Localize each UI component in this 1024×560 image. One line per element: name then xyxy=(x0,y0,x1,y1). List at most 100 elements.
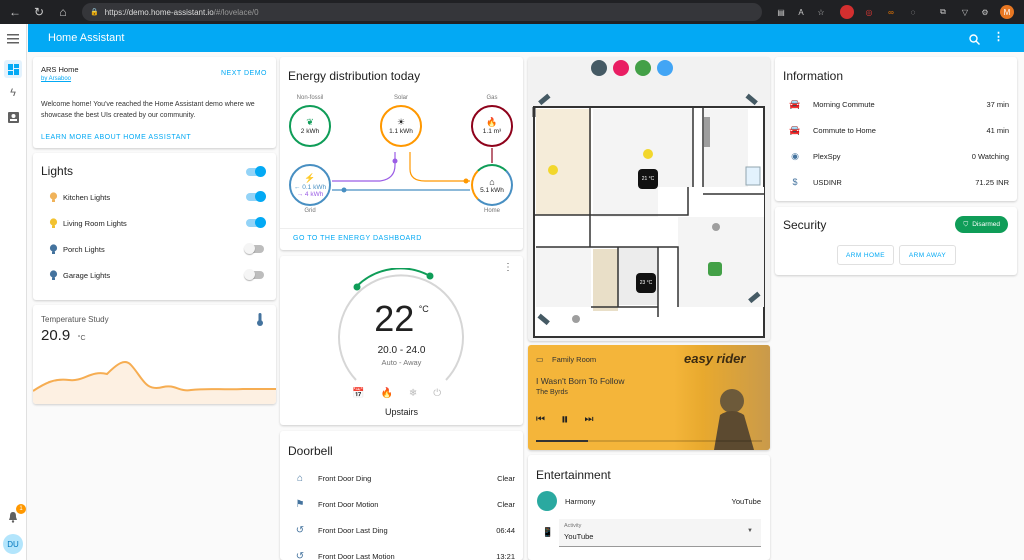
floorplan-map[interactable] xyxy=(528,57,770,341)
collections-icon[interactable]: ⧉ xyxy=(936,5,950,19)
home-node[interactable]: ⌂ 5.1 kWh xyxy=(471,164,513,206)
arm-home-button[interactable]: ARM HOME xyxy=(837,245,894,265)
pause-icon[interactable]: ⏸ xyxy=(561,411,569,428)
favorites-bar-icon[interactable]: ▽ xyxy=(958,5,972,19)
home-icon[interactable]: ⌂ xyxy=(54,3,72,21)
entertainment-title: Entertainment xyxy=(536,468,611,482)
search-icon[interactable] xyxy=(969,32,980,50)
lights-card: Lights Kitchen Lights Living Room Lights… xyxy=(33,153,276,300)
address-bar[interactable]: 🔒 https://demo.home-assistant.io/#/lovel… xyxy=(82,3,762,21)
info-value: 0 Watching xyxy=(971,151,1009,161)
next-track-icon[interactable]: ⏭ xyxy=(585,414,594,425)
sensor-name: Temperature Study xyxy=(41,315,109,324)
extension-icon[interactable]: ◌ xyxy=(906,5,920,19)
doorbell-row[interactable]: ⚑ Front Door Motion Clear xyxy=(288,493,515,515)
extensions-icon[interactable]: ⚙ xyxy=(978,5,992,19)
doorbell-label: Front Door Last Ding xyxy=(318,525,388,535)
doorbell-card: Doorbell ⌂ Front Door Ding Clear ⚑ Front … xyxy=(280,431,523,560)
doorbell-row[interactable]: ↺ Front Door Last Ding 06:44 xyxy=(288,519,515,541)
info-value: 71.25 INR xyxy=(975,177,1009,187)
doorbell-row[interactable]: ⌂ Front Door Ding Clear xyxy=(288,467,515,489)
solar-node[interactable]: ☀ 1.1 kWh xyxy=(380,105,422,147)
snowflake-icon[interactable]: ❄ xyxy=(409,388,417,399)
media-title: I Wasn't Born To Follow xyxy=(536,376,625,386)
nonfossil-node[interactable]: ❦ 2 kWh xyxy=(289,105,331,147)
information-title: Information xyxy=(783,69,844,83)
lightbulb-icon xyxy=(47,217,59,229)
grid-node[interactable]: ⚡ ← 0.1 kWh → 4 kWh xyxy=(289,164,331,206)
light-toggle[interactable] xyxy=(244,269,264,280)
doorbell-row[interactable]: ↺ Front Door Last Motion 13:21 xyxy=(288,545,515,560)
security-title: Security xyxy=(783,218,827,232)
light-row[interactable]: Living Room Lights xyxy=(41,212,268,234)
info-row[interactable]: 🚘 Commute to Home 41 min xyxy=(783,119,1009,141)
learn-more-link[interactable]: LEARN MORE ABOUT HOME ASSISTANT xyxy=(41,134,191,141)
read-aloud-icon[interactable]: A xyxy=(794,5,808,19)
power-icon[interactable]: ⏻ xyxy=(433,388,441,399)
info-row[interactable]: 🚘 Morning Commute 37 min xyxy=(783,93,1009,115)
info-label: Commute to Home xyxy=(813,125,876,135)
info-value: 41 min xyxy=(986,125,1009,135)
notification-badge: 1 xyxy=(16,504,26,514)
lights-master-toggle[interactable] xyxy=(246,166,266,177)
browser-toolbar: ← ↻ ⌂ 🔒 https://demo.home-assistant.io/#… xyxy=(0,0,1024,24)
reload-icon[interactable]: ↻ xyxy=(30,3,48,21)
notifications-icon[interactable]: 1 xyxy=(4,504,26,526)
back-icon[interactable]: ← xyxy=(6,3,24,21)
chevron-down-icon: ▼ xyxy=(747,528,753,534)
extension-icon[interactable]: ∞ xyxy=(884,5,898,19)
heat-icon[interactable]: 🔥 xyxy=(380,388,392,399)
overview-icon[interactable] xyxy=(4,60,22,78)
arm-away-button[interactable]: ARM AWAY xyxy=(899,245,956,265)
doorbell-value: Clear xyxy=(497,473,515,483)
security-card: Security ⛉ Disarmed ARM HOME ARM AWAY xyxy=(775,207,1017,275)
info-row[interactable]: $ USDINR 71.25 INR xyxy=(783,171,1009,193)
logbook-icon[interactable] xyxy=(4,108,22,126)
user-avatar[interactable]: DU xyxy=(3,534,23,554)
menu-icon[interactable] xyxy=(4,30,22,48)
extension-icon[interactable] xyxy=(840,5,854,19)
light-row[interactable]: Porch Lights xyxy=(41,238,268,260)
solar-panel-icon: ☀ xyxy=(396,117,406,127)
thermostat-value: 22 xyxy=(374,298,415,339)
light-row[interactable]: Kitchen Lights xyxy=(41,186,268,208)
reader-icon[interactable]: ▤ xyxy=(774,5,788,19)
url-text: https://demo.home-assistant.io/#/lovelac… xyxy=(104,7,259,17)
favorite-icon[interactable]: ☆ xyxy=(814,5,828,19)
light-toggle[interactable] xyxy=(246,191,266,202)
history-icon: ↺ xyxy=(295,550,305,560)
light-label: Garage Lights xyxy=(63,270,111,280)
car-icon: 🚘 xyxy=(789,124,801,135)
activity-select[interactable]: Activity YouTube ▼ xyxy=(559,519,761,547)
more-options-icon[interactable]: ⋮ xyxy=(993,30,1004,43)
thermostat-mode: Auto - Away xyxy=(381,358,422,367)
light-row[interactable]: Garage Lights xyxy=(41,264,268,286)
temperature-unit: °C xyxy=(77,335,86,342)
profile-avatar[interactable]: M xyxy=(1000,5,1014,19)
gas-node[interactable]: 🔥 1.1 m³ xyxy=(471,105,513,147)
lock-icon: 🔒 xyxy=(90,9,99,16)
light-toggle[interactable] xyxy=(246,217,266,228)
more-options-icon[interactable]: ⋮ xyxy=(503,262,513,273)
schedule-icon[interactable]: 📅 xyxy=(352,388,364,399)
thermostat-target: 22 °C xyxy=(280,298,523,340)
info-row[interactable]: ◉ PlexSpy 0 Watching xyxy=(783,145,1009,167)
extension-icon[interactable]: ◎ xyxy=(862,5,876,19)
doorbell-label: Front Door Ding xyxy=(318,473,372,483)
energy-card: Energy distribution today Non-fossil ❦ 2… xyxy=(280,57,523,250)
light-toggle[interactable] xyxy=(244,243,264,254)
previous-track-icon[interactable]: ⏮ xyxy=(536,414,545,425)
energy-dashboard-link[interactable]: GO TO THE ENERGY DASHBOARD xyxy=(293,235,422,242)
doorbell-label: Front Door Motion xyxy=(318,499,379,509)
light-label: Porch Lights xyxy=(63,244,105,254)
car-icon: 🚘 xyxy=(789,98,801,109)
shield-icon: ⛉ xyxy=(963,220,969,228)
media-progress-track[interactable] xyxy=(536,440,762,442)
next-demo-button[interactable]: NEXT DEMO xyxy=(221,70,267,77)
thermostat-badge[interactable]: 21 °C xyxy=(638,169,658,189)
author-link[interactable]: by Arsaboo xyxy=(41,76,71,82)
alarm-status-badge: ⛉ Disarmed xyxy=(955,216,1008,233)
thermostat-badge[interactable]: 23 °C xyxy=(636,273,656,293)
energy-icon[interactable]: ϟ xyxy=(4,84,22,102)
app-header: Home Assistant ⋮ xyxy=(28,24,1024,52)
